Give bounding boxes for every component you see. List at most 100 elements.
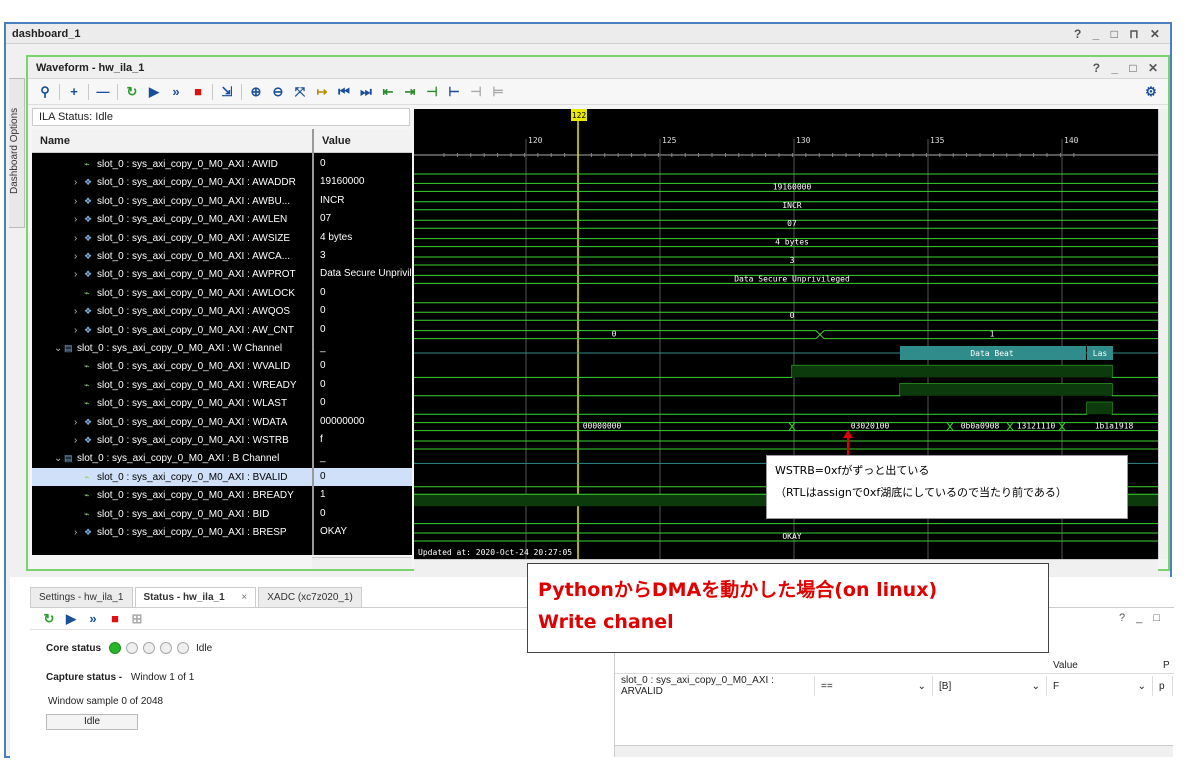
signal-row[interactable]: › ❖ slot_0 : sys_axi_copy_0_M0_AXI : AWSIZ… bbox=[32, 229, 312, 247]
chevron-right-icon[interactable]: › bbox=[74, 174, 84, 191]
signal-value: OKAY bbox=[320, 526, 348, 537]
add-marker-icon[interactable]: ⊣ bbox=[421, 82, 443, 102]
remove-icon[interactable]: — bbox=[92, 82, 114, 102]
signal-value: 0 bbox=[320, 397, 326, 409]
swap-cursors-icon[interactable]: ⊨ bbox=[487, 82, 509, 102]
signal-row[interactable]: ⌄ ▤ slot_0 : sys_axi_copy_0_M0_AXI : B Cha… bbox=[32, 449, 312, 467]
signal-name: slot_0 : sys_axi_copy_0_M0_AXI : AWQOS bbox=[97, 306, 291, 318]
prev-marker-icon[interactable]: ⊢ bbox=[443, 82, 465, 102]
signal-value: 0 bbox=[320, 507, 326, 519]
signal-row[interactable]: ⌄ ▤ slot_0 : sys_axi_copy_0_M0_AXI : W Cha… bbox=[32, 339, 312, 357]
trigger-row: slot_0 : sys_axi_copy_0_M0_AXI : ARVALID… bbox=[615, 675, 1174, 697]
tab-xadc[interactable]: XADC (xc7z020_1) bbox=[258, 587, 362, 607]
zoom-fit-icon[interactable]: ⤧ bbox=[289, 82, 311, 102]
signal-row[interactable]: ⌁ slot_0 : sys_axi_copy_0_M0_AXI : AWID bbox=[32, 155, 312, 173]
run-trigger-icon[interactable]: ▶ bbox=[143, 82, 165, 102]
signal-value: 0 bbox=[314, 467, 412, 487]
export-icon[interactable]: ⇲ bbox=[216, 82, 238, 102]
tab-settings[interactable]: Settings - hw_ila_1 bbox=[30, 587, 133, 607]
run-trigger-icon[interactable]: ▶ bbox=[60, 609, 82, 629]
radix-select[interactable]: [B] ⌄ bbox=[933, 676, 1047, 696]
run-immediate-icon[interactable]: » bbox=[82, 609, 104, 629]
radix-value: [B] bbox=[939, 680, 952, 692]
signal-row[interactable]: › ❖ slot_0 : sys_axi_copy_0_M0_AXI : AWADD… bbox=[32, 173, 312, 191]
bus-icon: ❖ bbox=[84, 324, 93, 335]
signal-row[interactable]: › ❖ slot_0 : sys_axi_copy_0_M0_AXI : AWPRO… bbox=[32, 265, 312, 283]
chevron-down-icon[interactable]: ⌄ bbox=[54, 450, 64, 467]
signal-row[interactable]: ⌁ slot_0 : sys_axi_copy_0_M0_AXI : WREADY bbox=[32, 376, 312, 394]
value-column-header[interactable]: Value bbox=[314, 129, 412, 153]
bus-icon: ❖ bbox=[84, 232, 93, 243]
wstrb-note: WSTRB=0xfがずっと出ている （RTLはassignで0xf湖底にしている… bbox=[766, 455, 1128, 519]
wchannel-last-label: Las bbox=[1093, 349, 1108, 358]
signal-row[interactable]: › ❖ slot_0 : sys_axi_copy_0_M0_AXI : AWBU.… bbox=[32, 192, 312, 210]
stop-icon[interactable]: ■ bbox=[187, 82, 209, 102]
window-controls[interactable]: ? _ □ ⊓ ✕ bbox=[1074, 27, 1164, 41]
auto-retrigger-icon[interactable]: ↻ bbox=[38, 609, 60, 629]
chevron-down-icon[interactable]: ⌄ bbox=[54, 340, 64, 357]
prev-transition-icon[interactable]: ⇤ bbox=[377, 82, 399, 102]
value-select[interactable]: F ⌄ bbox=[1047, 676, 1153, 696]
run-immediate-icon[interactable]: » bbox=[165, 82, 187, 102]
ila-status: ILA Status: Idle bbox=[32, 108, 410, 126]
dashboard-options-tab[interactable]: Dashboard Options bbox=[9, 78, 25, 228]
tab-status[interactable]: Status - hw_ila_1 × bbox=[134, 587, 257, 607]
gear-icon[interactable]: ⚙ bbox=[1140, 82, 1162, 102]
chevron-right-icon[interactable]: › bbox=[74, 524, 84, 541]
search-icon[interactable]: ⚲ bbox=[34, 82, 56, 102]
chevron-down-icon: ⌄ bbox=[1031, 680, 1040, 692]
name-column-header[interactable]: Name bbox=[32, 129, 312, 153]
state-button[interactable]: Idle bbox=[46, 714, 138, 730]
wdata-label: 00000000 bbox=[583, 422, 622, 431]
signal-row[interactable]: › ❖ slot_0 : sys_axi_copy_0_M0_AXI : BRESP bbox=[32, 523, 312, 541]
chevron-right-icon[interactable]: › bbox=[74, 414, 84, 431]
chevron-right-icon[interactable]: › bbox=[74, 248, 84, 265]
waveform-vscrollbar[interactable] bbox=[1158, 109, 1168, 559]
capture-icon[interactable]: ⊞ bbox=[126, 609, 148, 629]
chevron-right-icon[interactable]: › bbox=[74, 432, 84, 449]
goto-cursor-icon[interactable]: ↦ bbox=[311, 82, 333, 102]
note-line-1: WSTRB=0xfがずっと出ている bbox=[775, 464, 930, 477]
toolbar-separator bbox=[59, 83, 60, 100]
next-marker-icon[interactable]: ⊣ bbox=[465, 82, 487, 102]
signal-row[interactable]: › ❖ slot_0 : sys_axi_copy_0_M0_AXI : AWQOS bbox=[32, 302, 312, 320]
signal-row[interactable]: › ❖ slot_0 : sys_axi_copy_0_M0_AXI : AWCA.… bbox=[32, 247, 312, 265]
signal-row[interactable]: ⌁ slot_0 : sys_axi_copy_0_M0_AXI : BREADY bbox=[32, 486, 312, 504]
signal-row[interactable]: › ❖ slot_0 : sys_axi_copy_0_M0_AXI : WDATA bbox=[32, 413, 312, 431]
zoom-out-icon[interactable]: ⊖ bbox=[267, 82, 289, 102]
chevron-right-icon[interactable]: › bbox=[74, 322, 84, 339]
add-icon[interactable]: + bbox=[63, 82, 85, 102]
goto-end-icon[interactable]: ⏭ bbox=[355, 82, 377, 102]
value-value: F bbox=[1053, 680, 1060, 692]
awlen-wave-label: 07 bbox=[787, 219, 797, 228]
close-tab-icon[interactable]: × bbox=[241, 592, 247, 603]
values-hscrollbar[interactable] bbox=[312, 557, 412, 569]
auto-retrigger-icon[interactable]: ↻ bbox=[121, 82, 143, 102]
signal-row[interactable]: ⌁ slot_0 : sys_axi_copy_0_M0_AXI : BVALID bbox=[32, 467, 312, 487]
chevron-right-icon[interactable]: › bbox=[74, 303, 84, 320]
waveform-toolbar: ⚲ + — ↻ ▶ » ■ ⇲ ⊕ ⊖ ⤧ ↦ ⏮ ⏭ ⇤ ⇥ ⊣ ⊢ ⊣ ⊨ bbox=[28, 79, 1168, 105]
signal-value: 0 bbox=[320, 323, 326, 335]
goto-start-icon[interactable]: ⏮ bbox=[333, 82, 355, 102]
chevron-right-icon[interactable]: › bbox=[74, 211, 84, 228]
status-dot-icon bbox=[109, 642, 122, 654]
stop-icon[interactable]: ■ bbox=[104, 609, 126, 629]
signal-row[interactable]: ⌁ slot_0 : sys_axi_copy_0_M0_AXI : AWLOCK bbox=[32, 284, 312, 302]
chevron-right-icon[interactable]: › bbox=[74, 230, 84, 247]
trigger-hscrollbar[interactable] bbox=[615, 745, 1173, 757]
signal-row[interactable]: ⌁ slot_0 : sys_axi_copy_0_M0_AXI : BID bbox=[32, 505, 312, 523]
signal-row[interactable]: › ❖ slot_0 : sys_axi_copy_0_M0_AXI : WSTRB bbox=[32, 431, 312, 449]
waveform-controls[interactable]: ? _ □ ✕ bbox=[1093, 61, 1162, 75]
signal-row[interactable]: ⌁ slot_0 : sys_axi_copy_0_M0_AXI : WVALID bbox=[32, 357, 312, 375]
operator-select[interactable]: == ⌄ bbox=[815, 676, 933, 696]
zoom-in-icon[interactable]: ⊕ bbox=[245, 82, 267, 102]
chevron-right-icon[interactable]: › bbox=[74, 266, 84, 283]
trigger-controls[interactable]: ? _ □ bbox=[1119, 612, 1164, 624]
signal-row[interactable]: › ❖ slot_0 : sys_axi_copy_0_M0_AXI : AW_CN… bbox=[32, 321, 312, 339]
signal-row[interactable]: › ❖ slot_0 : sys_axi_copy_0_M0_AXI : AWLEN bbox=[32, 210, 312, 228]
signal-value: 00000000 bbox=[320, 415, 365, 427]
signal-value: _ bbox=[320, 452, 326, 464]
signal-row[interactable]: ⌁ slot_0 : sys_axi_copy_0_M0_AXI : WLAST bbox=[32, 394, 312, 412]
next-transition-icon[interactable]: ⇥ bbox=[399, 82, 421, 102]
chevron-right-icon[interactable]: › bbox=[74, 193, 84, 210]
